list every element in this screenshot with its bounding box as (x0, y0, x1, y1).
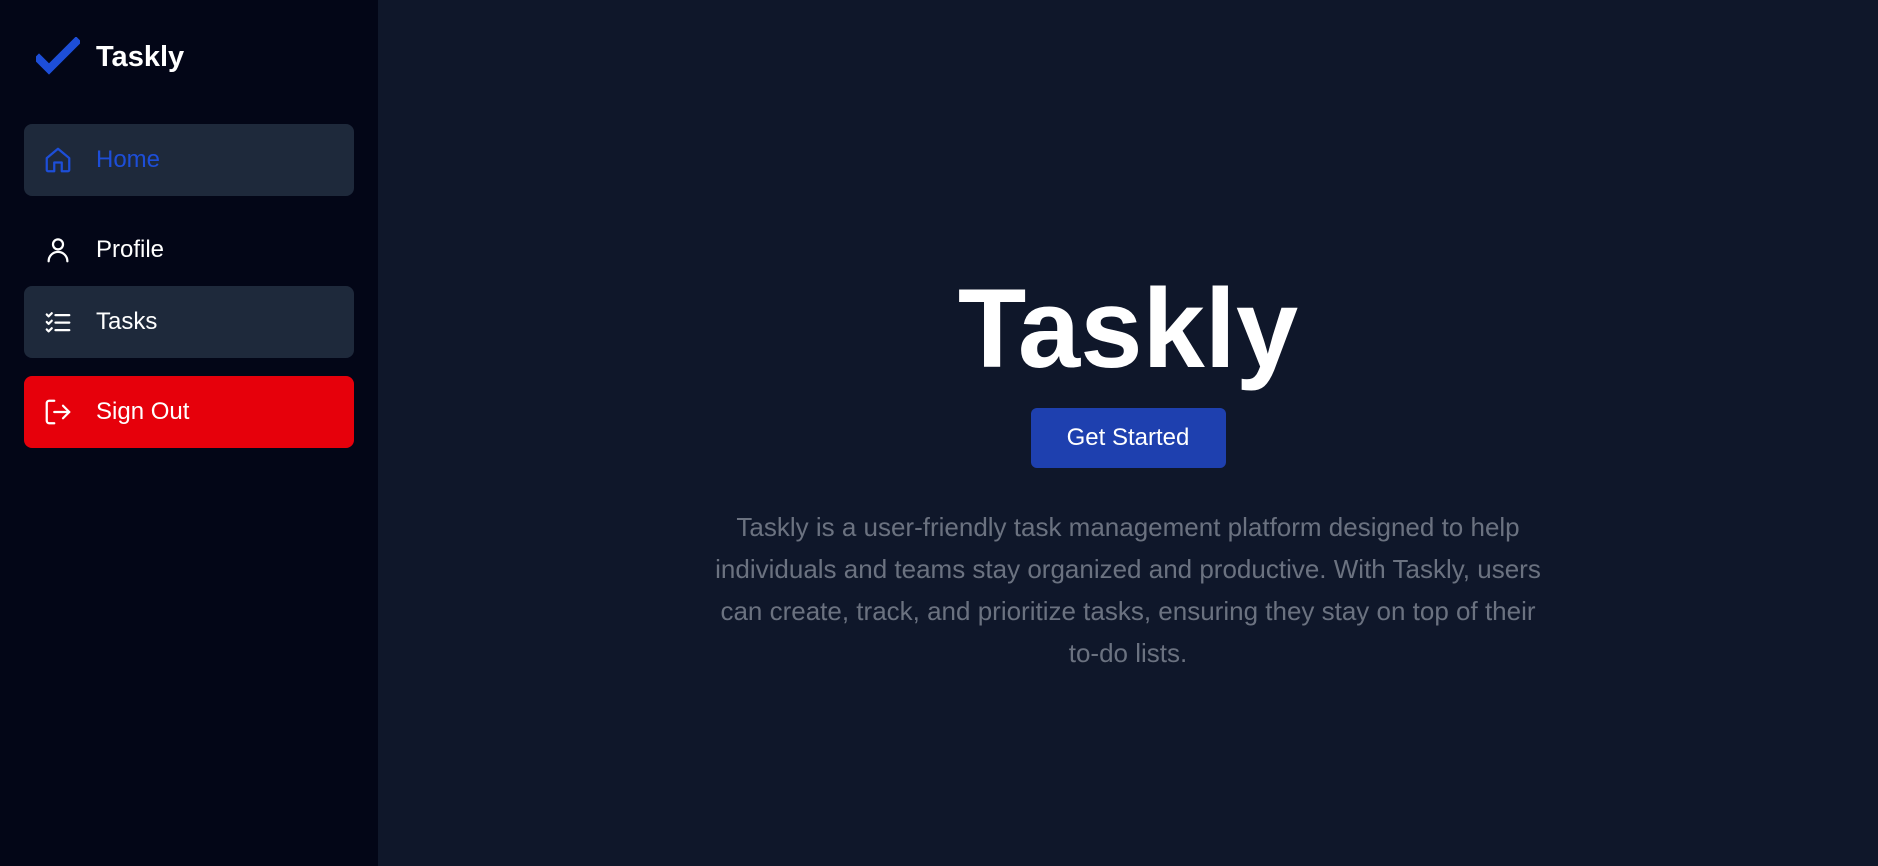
brand[interactable]: Taskly (24, 0, 354, 114)
sidebar-item-home[interactable]: Home (24, 124, 354, 196)
get-started-button[interactable]: Get Started (1030, 408, 1226, 468)
sidebar-item-label: Sign Out (96, 398, 190, 425)
sidebar-nav: Home Profile Tasks Sign Out (24, 124, 354, 448)
sidebar-item-label: Tasks (96, 308, 158, 335)
task-list-icon (42, 306, 74, 338)
user-icon (42, 234, 74, 266)
sidebar-item-profile[interactable]: Profile (24, 214, 354, 286)
hero-title: Taskly (957, 266, 1299, 391)
home-icon (42, 144, 74, 176)
sign-out-icon (42, 396, 74, 428)
sidebar-item-label: Home (96, 146, 161, 173)
sidebar-item-tasks[interactable]: Tasks (24, 286, 354, 358)
brand-name: Taskly (96, 40, 185, 73)
hero-description: Taskly is a user-friendly task managemen… (715, 512, 1541, 668)
sidebar-item-label: Profile (96, 236, 165, 263)
sidebar: Taskly Home Profile Tasks Sign Out (0, 0, 378, 866)
main-content: Taskly Get Started Taskly is a user-frie… (378, 0, 1878, 866)
sign-out-button[interactable]: Sign Out (24, 376, 354, 448)
checkmark-icon (36, 35, 80, 79)
